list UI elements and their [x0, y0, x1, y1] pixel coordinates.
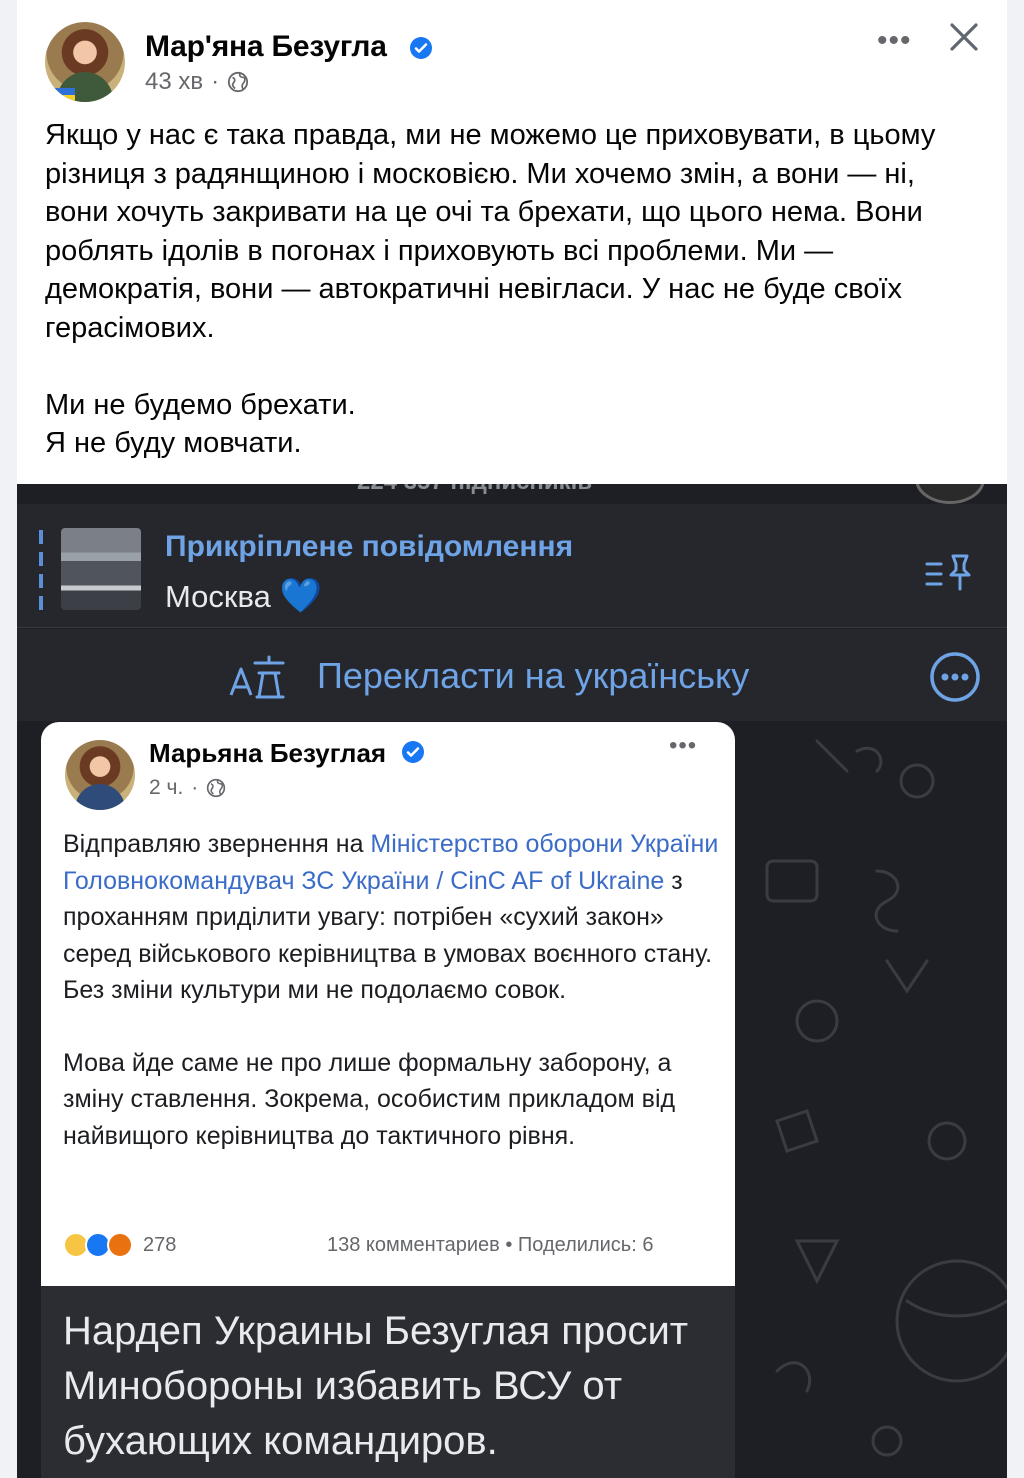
pinned-thumbnail [61, 528, 141, 610]
ukraine-flag-icon [53, 88, 75, 102]
pin-list-icon[interactable] [923, 552, 973, 592]
card-meta-separator: · [191, 776, 199, 799]
subscriber-count: 224 357 підписників [357, 484, 592, 496]
pinned-message: Москва 💙 [165, 576, 322, 616]
card-reactions: 278 [63, 1232, 176, 1258]
more-options-button[interactable]: ••• [877, 24, 912, 58]
embedded-facebook-post: Марьяна Безуглая 2 ч. · ••• Відправляю з… [41, 722, 735, 1286]
verified-badge-icon [402, 741, 424, 763]
card-text: Відправляю звернення на Міністерство обо… [63, 826, 723, 1154]
message-caption: Нардеп Украины Безуглая просит Миноборон… [63, 1309, 689, 1463]
pinned-indicator [39, 530, 43, 612]
close-icon[interactable] [947, 20, 981, 54]
author-name[interactable]: Мар'яна Безугла [145, 30, 387, 64]
card-author-avatar [65, 740, 135, 810]
card-paragraph-2: Мова йде саме не про лише формальну забо… [63, 1048, 676, 1150]
translate-bar: Перекласти на українську [17, 629, 1007, 721]
translate-button[interactable]: Перекласти на українську [317, 655, 749, 697]
card-time: 2 ч. [149, 776, 184, 799]
attached-screenshot[interactable]: 224 357 підписників Прикріплене повідомл… [17, 484, 1007, 1478]
meta-separator: · [211, 68, 220, 95]
more-circle-icon[interactable] [929, 651, 981, 703]
verified-badge-icon [410, 37, 432, 59]
post-meta: 43 хв · [145, 68, 249, 96]
card-more-icon: ••• [669, 732, 698, 759]
post-text: Якщо у нас є така правда, ми не можемо ц… [45, 119, 936, 459]
card-stats: 138 комментариев • Поделились: 6 [327, 1234, 654, 1256]
card-meta: 2 ч. · [149, 776, 226, 800]
reaction-count: 278 [143, 1233, 177, 1256]
blue-heart-icon: 💙 [279, 577, 322, 615]
card-text-start: Відправляю звернення на [63, 830, 371, 858]
globe-icon [207, 778, 226, 798]
globe-icon [228, 71, 249, 93]
facebook-post: Мар'яна Безугла 43 хв · ••• Якщо у нас є… [17, 0, 1007, 1478]
card-author-name: Марьяна Безуглая [149, 738, 387, 768]
translate-icon[interactable] [227, 651, 287, 701]
pinned-message-text: Москва [165, 579, 271, 614]
author-avatar[interactable] [45, 22, 125, 102]
post-time[interactable]: 43 хв [145, 68, 203, 96]
angry-reaction-icon [107, 1232, 133, 1258]
pinned-title: Прикріплене повідомлення [165, 530, 574, 563]
pinned-message-bar[interactable]: Прикріплене повідомлення Москва 💙 [17, 504, 1007, 628]
channel-avatar [915, 484, 985, 504]
message-caption-bubble: Нардеп Украины Безуглая просит Миноборон… [41, 1286, 735, 1478]
